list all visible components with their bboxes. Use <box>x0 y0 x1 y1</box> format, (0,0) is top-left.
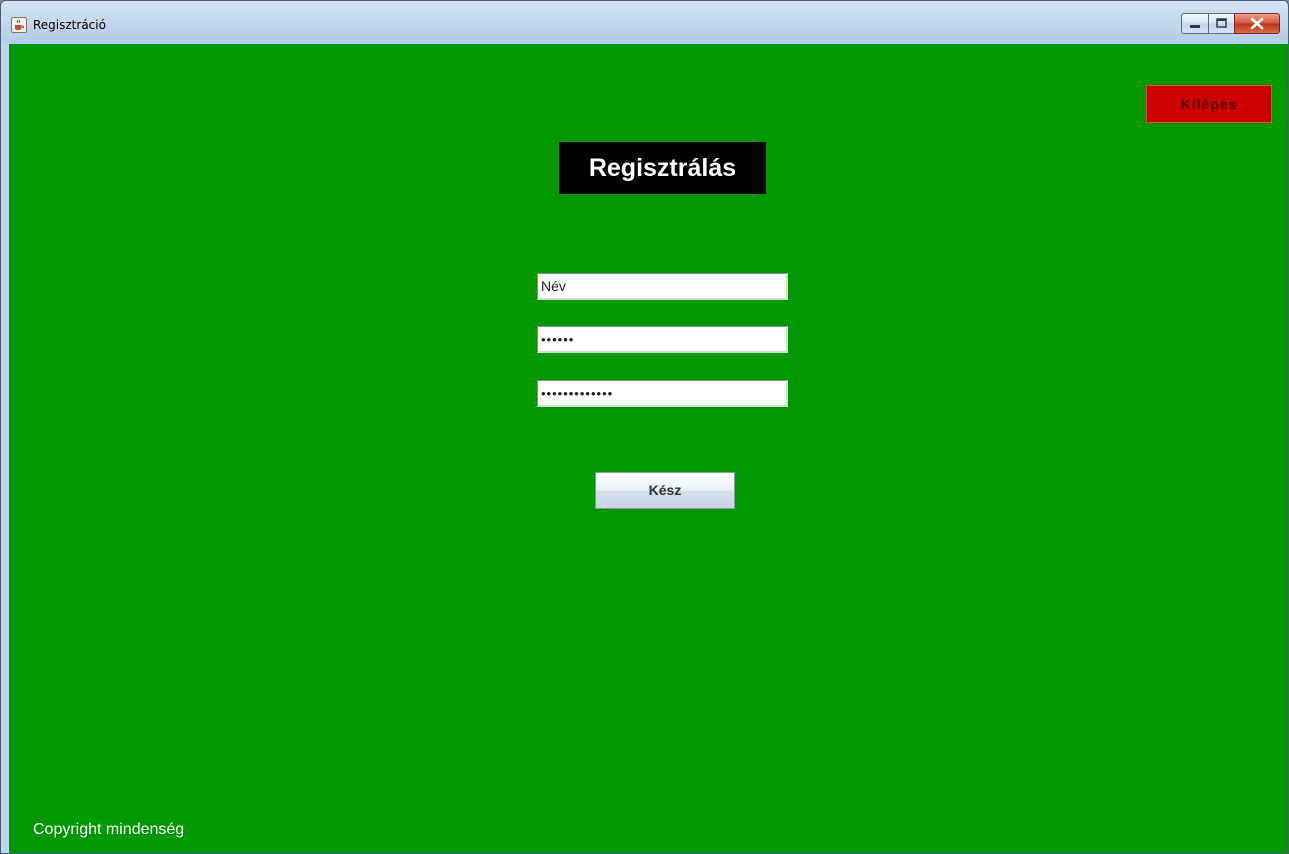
submit-button[interactable]: Kész <box>595 472 735 509</box>
app-window: Regisztráció Kilépés Regisztrálás Kész C… <box>0 0 1289 854</box>
password-input[interactable] <box>537 326 788 353</box>
page-title: Regisztrálás <box>559 142 766 194</box>
password-confirm-input[interactable] <box>537 380 788 407</box>
close-icon <box>1250 17 1264 30</box>
maximize-button[interactable] <box>1208 13 1235 34</box>
close-button[interactable] <box>1234 13 1280 34</box>
java-cup-icon[interactable] <box>11 17 27 33</box>
minimize-button[interactable] <box>1181 13 1209 34</box>
title-bar[interactable]: Regisztráció <box>1 1 1288 43</box>
exit-button[interactable]: Kilépés <box>1146 85 1272 123</box>
maximize-icon <box>1216 18 1227 28</box>
registration-panel: Kilépés Regisztrálás Kész Copyright mind… <box>9 44 1288 853</box>
copyright-text: Copyright mindenség <box>33 821 185 838</box>
minimize-icon <box>1190 25 1200 28</box>
name-input[interactable] <box>537 273 788 300</box>
window-title: Regisztráció <box>33 18 106 32</box>
